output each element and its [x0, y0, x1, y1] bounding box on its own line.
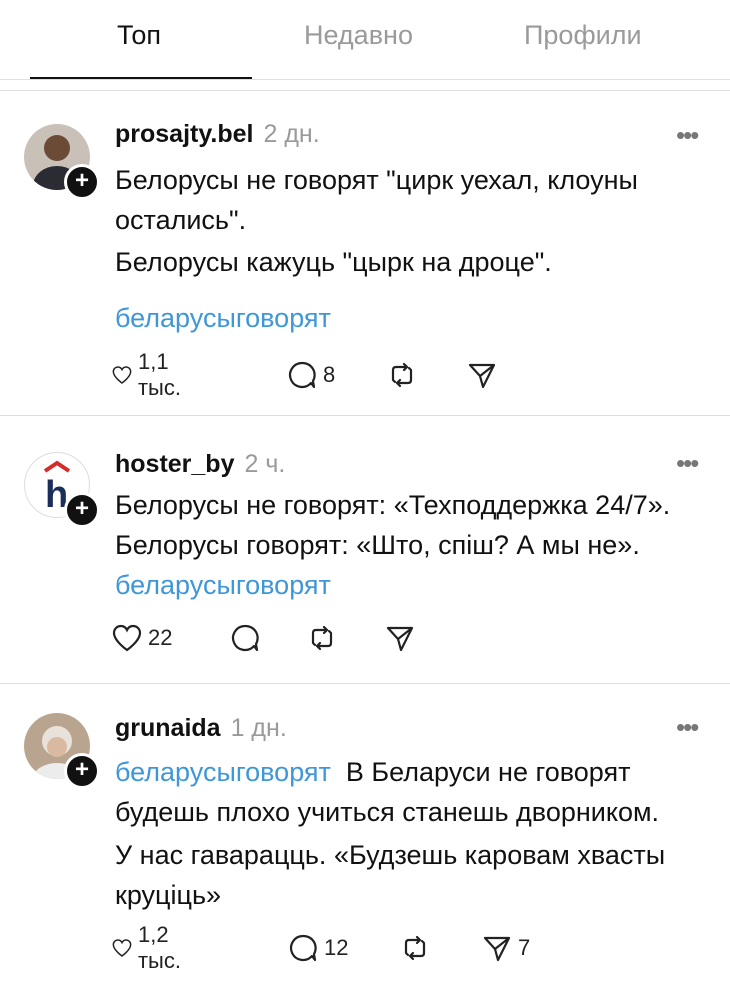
share-button[interactable] — [385, 618, 415, 658]
like-button[interactable]: 1,2 тыс. — [112, 922, 191, 973]
comment-count: 8 — [323, 362, 336, 387]
avatar[interactable]: + — [24, 713, 100, 789]
username[interactable]: grunaida — [115, 714, 221, 742]
comment-count: 12 — [324, 935, 349, 960]
heart-icon — [112, 624, 142, 652]
search-tabs: Топ Недавно Профили — [0, 0, 730, 80]
post-divider — [0, 683, 730, 684]
share-icon — [483, 936, 511, 962]
repost-button[interactable] — [307, 618, 337, 658]
post-time: 1 дн. — [230, 714, 287, 742]
tabs-divider — [0, 79, 730, 80]
repost-icon — [391, 362, 413, 388]
hashtag-link[interactable]: беларусыговорят — [115, 298, 715, 338]
post-divider — [0, 415, 730, 416]
hashtag-link[interactable]: беларусыговорят — [115, 757, 331, 787]
avatar[interactable]: h + — [24, 452, 100, 528]
share-icon — [386, 626, 414, 652]
comment-icon — [288, 361, 316, 389]
post-header: hoster_by 2 ч. — [115, 450, 285, 479]
follow-plus-icon[interactable]: + — [64, 753, 100, 789]
post-time: 2 дн. — [263, 120, 320, 148]
share-button[interactable]: 7 — [482, 928, 530, 968]
like-button[interactable]: 1,1 тыс. — [112, 349, 191, 400]
tab-profiles[interactable]: Профили — [524, 20, 642, 51]
follow-plus-icon[interactable]: + — [64, 164, 100, 200]
comment-button[interactable]: 12 — [288, 928, 348, 968]
feed-divider — [0, 90, 730, 91]
repost-button[interactable] — [387, 355, 417, 395]
post-text-2: У нас гаварацць. «Будзешь каровам хвасты… — [115, 840, 666, 910]
comment-button[interactable] — [230, 618, 260, 658]
comment-icon — [231, 624, 259, 652]
username[interactable]: hoster_by — [115, 450, 234, 478]
more-icon[interactable]: ••• — [676, 712, 699, 743]
tab-top[interactable]: Топ — [117, 20, 161, 51]
like-button[interactable]: 22 — [112, 618, 172, 658]
share-button[interactable] — [467, 355, 497, 395]
follow-plus-icon[interactable]: + — [64, 492, 100, 528]
like-count: 1,2 тыс. — [137, 922, 181, 973]
more-icon[interactable]: ••• — [676, 120, 699, 151]
heart-icon — [112, 939, 132, 957]
repost-button[interactable] — [400, 928, 430, 968]
post-text: Белорусы не говорят "цирк уехал, клоуны … — [115, 165, 638, 235]
share-count: 7 — [518, 935, 531, 960]
post-header: prosajty.bel 2 дн. — [115, 120, 320, 149]
username[interactable]: prosajty.bel — [115, 120, 253, 148]
hashtag-link[interactable]: беларусыговорят — [115, 570, 331, 600]
post-text-block: беларусыговорят В Беларуси не говорят бу… — [115, 752, 715, 832]
share-icon — [468, 363, 496, 389]
heart-icon — [112, 366, 132, 384]
post-text-block: Белорусы не говорят: «Техподдержка 24/7»… — [115, 485, 715, 605]
post-time: 2 ч. — [244, 450, 286, 478]
like-count: 22 — [148, 625, 173, 650]
comment-icon — [289, 934, 317, 962]
post-text-2: Белорусы кажуць "цырк на дроце". — [115, 247, 552, 277]
post-header: grunaida 1 дн. — [115, 714, 287, 743]
avatar[interactable]: + — [24, 124, 100, 200]
repost-icon — [311, 625, 333, 651]
post-text: Белорусы не говорят: «Техподдержка 24/7»… — [115, 490, 671, 560]
like-count: 1,1 тыс. — [137, 349, 181, 400]
tab-recent[interactable]: Недавно — [304, 20, 413, 51]
comment-button[interactable]: 8 — [287, 355, 335, 395]
more-icon[interactable]: ••• — [676, 448, 699, 479]
repost-icon — [404, 935, 426, 961]
